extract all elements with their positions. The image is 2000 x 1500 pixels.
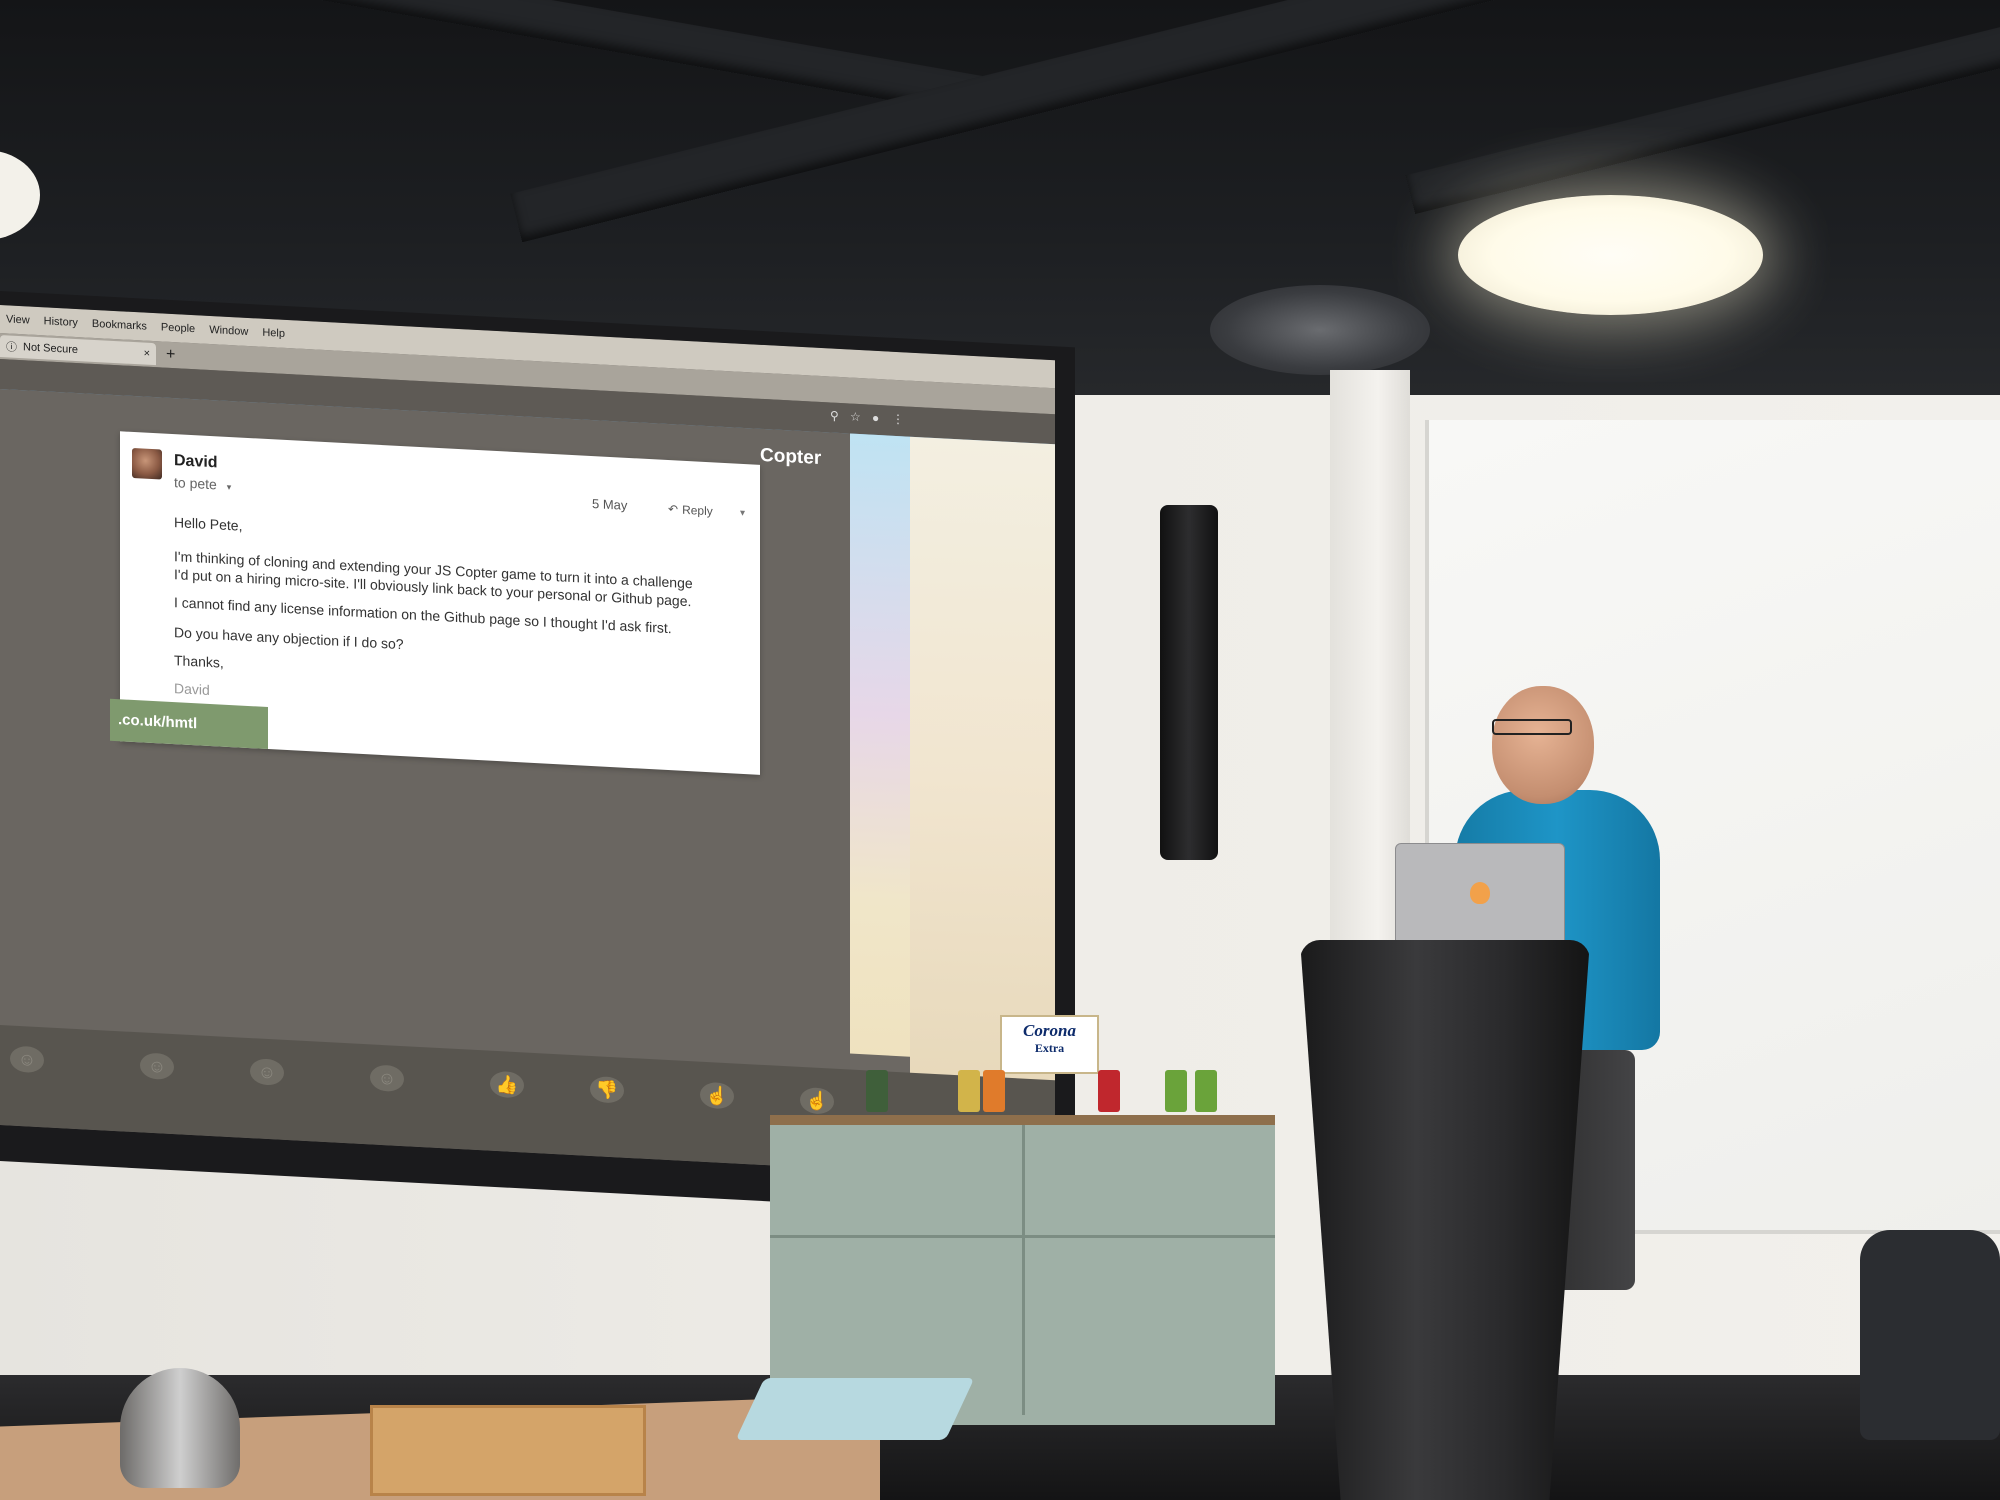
ceiling-vent [1210, 285, 1430, 375]
reply-label: Reply [682, 502, 713, 519]
closed-laptop [735, 1378, 975, 1440]
reply-icon: ↶ [668, 502, 679, 517]
kebab-menu-icon[interactable]: ⋮ [892, 412, 904, 427]
reply-button[interactable]: ↶ Reply [668, 502, 713, 518]
close-icon[interactable]: × [144, 348, 150, 360]
recipient-label: to pete [174, 474, 217, 493]
game-title: Copter [760, 444, 822, 470]
zoom-icon[interactable]: ⚲ [830, 408, 839, 422]
menu-item-people[interactable]: People [161, 321, 195, 335]
cabinet-divider [1022, 1125, 1025, 1415]
podium [1300, 940, 1590, 1500]
glasses [1492, 719, 1572, 735]
drink-can [866, 1070, 888, 1112]
cabinet-divider [770, 1235, 1275, 1238]
apple-logo-icon [1470, 882, 1490, 904]
info-icon: ⓘ [6, 341, 17, 354]
ceiling-pipe [103, 0, 997, 118]
game-sky-strip [850, 433, 910, 1057]
menu-item-view[interactable]: View [6, 313, 30, 326]
email-body-line: Do you have any objection if I do so? [174, 624, 404, 653]
menu-item-history[interactable]: History [44, 315, 78, 329]
kettle [120, 1368, 240, 1488]
wall-speaker [1160, 505, 1218, 860]
email-signoff: Thanks, [174, 652, 224, 671]
url-banner: .co.uk/hmtl [110, 698, 268, 750]
email-greeting: Hello Pete, [174, 514, 243, 534]
email-date: 5 May [592, 496, 628, 513]
email-card: David to pete ▾ 5 May ↶ Reply ▾ Hello Pe… [110, 431, 760, 775]
email-sender: David [174, 452, 218, 472]
drink-can [1098, 1070, 1120, 1112]
menu-item-bookmarks[interactable]: Bookmarks [92, 318, 147, 333]
projector-screen: View History Bookmarks People Window Hel… [0, 305, 1055, 1181]
email-recipient: to pete ▾ [174, 474, 231, 493]
drink-can [1165, 1070, 1187, 1112]
star-icon[interactable]: ☆ [850, 410, 861, 425]
avatar [132, 447, 162, 480]
ceiling-light [1458, 195, 1763, 315]
backpack [1860, 1230, 2000, 1440]
menu-item-help[interactable]: Help [262, 327, 285, 340]
email-signature: David [174, 680, 210, 698]
drink-can [958, 1070, 980, 1112]
chevron-down-icon[interactable]: ▾ [227, 482, 232, 492]
new-tab-button[interactable]: + [166, 346, 175, 364]
tab-security-label: Not Secure [23, 341, 79, 357]
ceiling-pipe [1405, 5, 2000, 215]
beer-sub-label: Extra [1034, 1041, 1065, 1055]
drink-can [983, 1070, 1005, 1112]
tea-tray [370, 1405, 646, 1496]
laptop [1395, 843, 1565, 943]
chevron-down-icon[interactable]: ▾ [740, 508, 745, 519]
profile-icon[interactable]: ● [872, 411, 879, 425]
menu-item-window[interactable]: Window [209, 324, 248, 338]
drink-can [1195, 1070, 1217, 1112]
presenter-head [1492, 686, 1594, 804]
beer-box: Corona Extra [1000, 1015, 1099, 1074]
beer-brand: Corona [1023, 1021, 1076, 1040]
